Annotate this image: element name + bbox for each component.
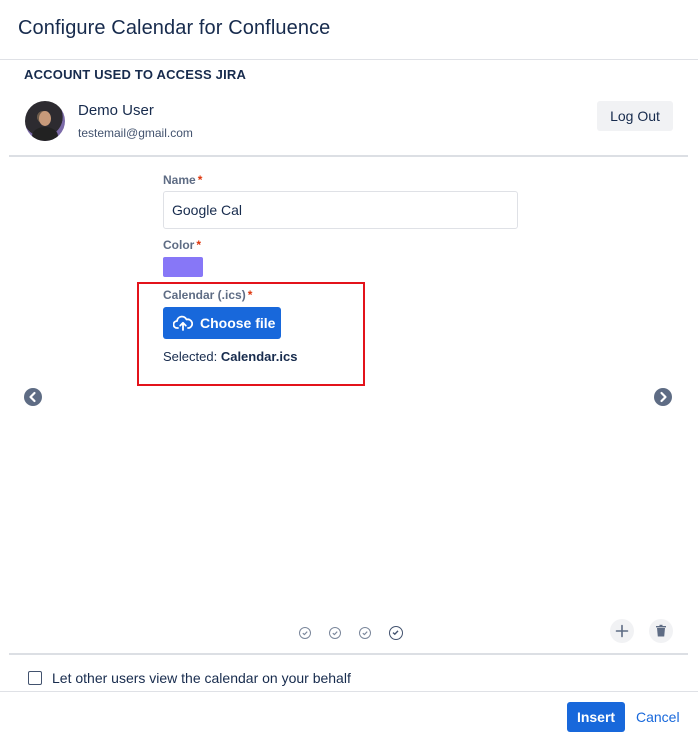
check-circle-icon (392, 630, 399, 636)
step-indicator-2[interactable] (329, 627, 341, 639)
cancel-button[interactable]: Cancel (636, 709, 680, 725)
choose-file-label: Choose file (200, 315, 276, 331)
required-marker: * (247, 288, 253, 302)
chevron-right-icon (660, 391, 667, 403)
share-calendar-checkbox[interactable] (28, 671, 42, 685)
check-circle-icon (332, 631, 338, 636)
account-section-heading: ACCOUNT USED TO ACCESS JIRA (24, 67, 247, 82)
choose-file-button[interactable]: Choose file (163, 307, 281, 339)
user-email: testemail@gmail.com (78, 126, 193, 140)
header-divider (0, 59, 698, 60)
add-calendar-button[interactable] (610, 619, 634, 643)
avatar (25, 101, 65, 141)
selected-prefix: Selected: (163, 349, 218, 364)
cloud-upload-icon (172, 315, 194, 331)
selected-file-text: Selected: Calendar.ics (163, 349, 297, 364)
calendar-label: Calendar (.ics) * (163, 288, 253, 302)
required-marker: * (197, 173, 203, 187)
log-out-button[interactable]: Log Out (597, 101, 673, 131)
previous-button[interactable] (24, 388, 42, 406)
check-circle-icon (362, 631, 368, 636)
step-indicator-1[interactable] (299, 627, 311, 639)
name-input[interactable] (163, 191, 518, 229)
delete-calendar-button[interactable] (649, 619, 673, 643)
trash-icon (656, 624, 666, 637)
step-indicator-3[interactable] (359, 627, 371, 639)
name-label: Name * (163, 173, 203, 187)
user-name: Demo User (78, 102, 154, 119)
actions-divider (0, 691, 698, 692)
selected-file-name: Calendar.ics (220, 349, 298, 364)
dialog-title: Configure Calendar for Confluence (18, 17, 331, 39)
plus-icon (615, 624, 629, 638)
footer-divider (9, 653, 688, 655)
share-calendar-label: Let other users view the calendar on you… (52, 670, 351, 686)
account-divider (9, 155, 688, 157)
color-picker-swatch[interactable] (163, 257, 203, 277)
wizard-steps (299, 626, 403, 640)
chevron-left-icon (29, 391, 36, 403)
insert-button[interactable]: Insert (567, 702, 625, 732)
color-label: Color * (163, 238, 202, 252)
required-marker: * (196, 238, 202, 252)
next-button[interactable] (654, 388, 672, 406)
check-circle-icon (302, 631, 308, 636)
share-calendar-option[interactable]: Let other users view the calendar on you… (28, 670, 351, 686)
step-indicator-4[interactable] (389, 626, 403, 640)
